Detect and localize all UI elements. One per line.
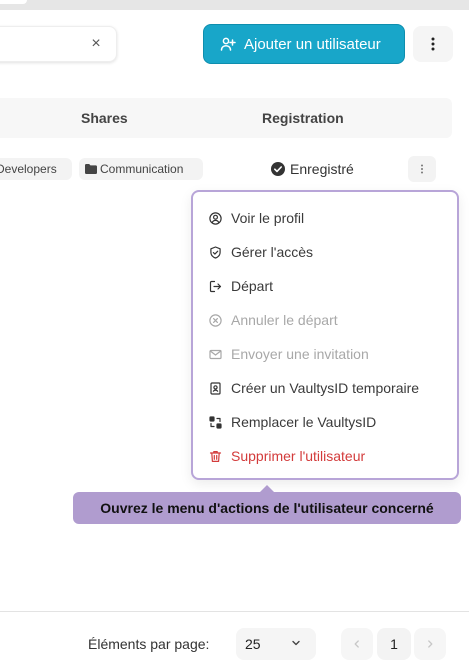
- vertical-dots-icon: [421, 164, 423, 174]
- current-page-number: 1: [390, 636, 398, 652]
- column-header-registration[interactable]: Registration: [262, 110, 344, 126]
- menu-item-label: Créer un VaultysID temporaire: [231, 380, 420, 396]
- menu-item-departure[interactable]: Départ: [209, 276, 273, 296]
- share-tag-label: Developers: [0, 162, 57, 176]
- close-icon: ×: [91, 35, 101, 52]
- menu-item-send-invitation[interactable]: Envoyer une invitation: [209, 344, 369, 364]
- registration-status: Enregistré: [271, 159, 354, 179]
- menu-item-label: Voir le profil: [231, 210, 305, 226]
- guide-tooltip: Ouvrez le menu d'actions de l'utilisateu…: [73, 492, 461, 524]
- vertical-dots-icon: [431, 37, 435, 51]
- chevron-down-icon: [292, 640, 300, 646]
- share-tag-communication: Communication: [79, 158, 203, 180]
- menu-item-label: Départ: [231, 278, 274, 294]
- next-page-button[interactable]: [414, 628, 446, 660]
- items-per-page-value: 25: [245, 636, 261, 652]
- menu-item-delete-user[interactable]: Supprimer l'utilisateur: [209, 446, 365, 466]
- column-header-shares[interactable]: Shares: [81, 110, 128, 126]
- chevron-right-icon: [428, 640, 433, 648]
- menu-item-cancel-departure[interactable]: Annuler le départ: [209, 310, 338, 330]
- items-per-page-select[interactable]: 25: [236, 628, 316, 660]
- browser-top-strip: [0, 0, 469, 10]
- menu-item-label: Remplacer le VaultysID: [231, 414, 377, 430]
- x-circle-icon: [209, 313, 222, 327]
- menu-item-replace-vaultysid[interactable]: Remplacer le VaultysID: [209, 412, 376, 432]
- id-card-icon: [210, 381, 221, 395]
- swap-icon: [209, 415, 222, 429]
- menu-item-label: Supprimer l'utilisateur: [231, 448, 366, 464]
- menu-item-label: Gérer l'accès: [231, 244, 314, 260]
- top-strip-notch: [0, 0, 27, 4]
- table-header: [0, 98, 452, 138]
- add-user-label: Ajouter un utilisateur: [244, 35, 381, 53]
- items-per-page-label: Éléments par page:: [88, 636, 210, 652]
- user-plus-icon: [220, 37, 236, 51]
- search-clear-button[interactable]: ×: [86, 35, 106, 53]
- trash-icon: [209, 450, 222, 462]
- menu-item-label: Annuler le départ: [231, 312, 338, 328]
- add-user-button[interactable]: Ajouter un utilisateur: [203, 24, 405, 64]
- registration-status-label: Enregistré: [290, 161, 354, 177]
- user-circle-icon: [209, 211, 222, 225]
- menu-item-manage-access[interactable]: Gérer l'accès: [209, 242, 313, 262]
- previous-page-button[interactable]: [341, 628, 373, 660]
- menu-item-view-profile[interactable]: Voir le profil: [209, 208, 304, 228]
- user-actions-menu: Voir le profil Gérer l'accès Départ Annu…: [191, 190, 459, 480]
- tooltip-text: Ouvrez le menu d'actions de l'utilisateu…: [100, 500, 434, 516]
- menu-item-label: Envoyer une invitation: [231, 346, 369, 362]
- footer-divider: [0, 611, 469, 612]
- current-page-button[interactable]: 1: [377, 628, 411, 660]
- logout-icon: [209, 280, 222, 292]
- check-circle-icon: [271, 162, 285, 176]
- more-options-button[interactable]: [413, 26, 453, 62]
- chevron-left-icon: [354, 640, 359, 648]
- row-actions-button[interactable]: [408, 156, 436, 182]
- folder-icon: [85, 164, 97, 174]
- shield-check-icon: [210, 245, 221, 259]
- menu-item-create-temporary-vaultysid[interactable]: Créer un VaultysID temporaire: [209, 378, 419, 398]
- share-tag-label: Communication: [100, 162, 184, 176]
- share-tag-developers: Developers: [0, 158, 72, 180]
- mail-icon: [209, 349, 222, 359]
